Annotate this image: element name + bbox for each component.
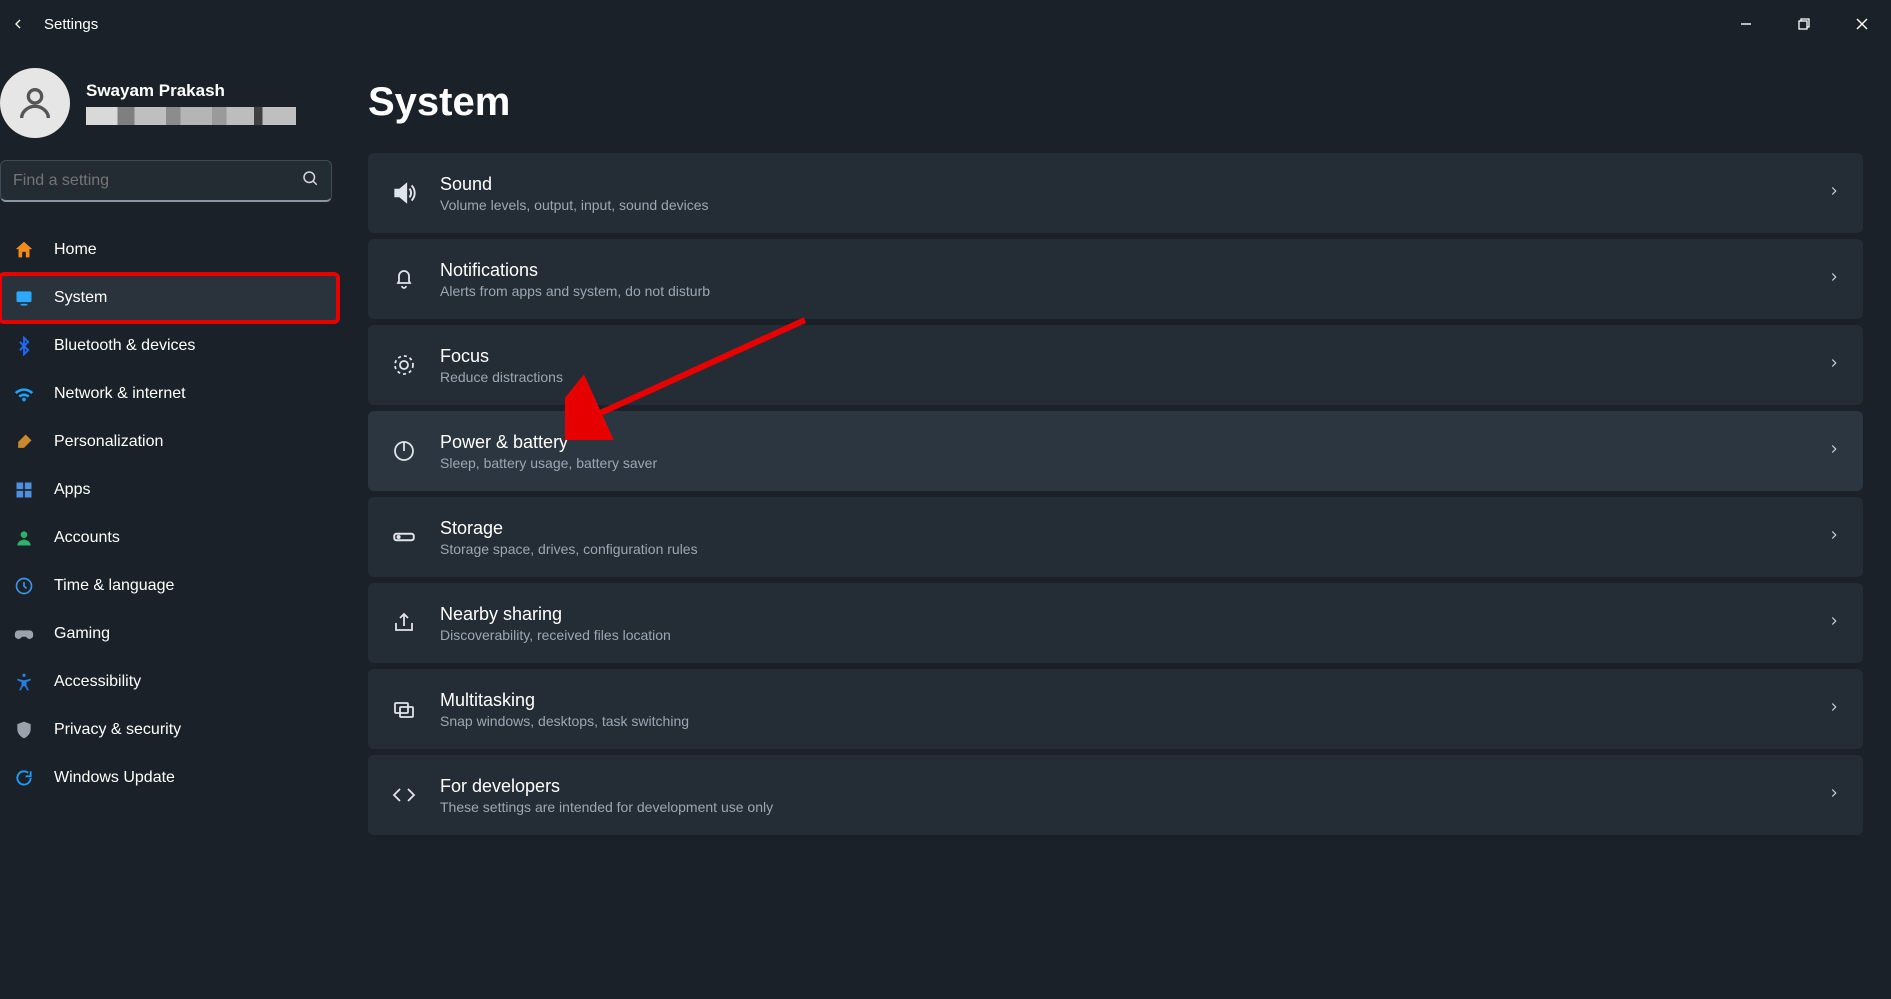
developer-icon bbox=[390, 781, 418, 809]
sidebar-item-label: Home bbox=[54, 241, 97, 259]
sidebar-item-accessibility[interactable]: Accessibility bbox=[0, 658, 338, 706]
main: System Sound Volume levels, output, inpu… bbox=[338, 48, 1891, 999]
sidebar-item-label: Apps bbox=[54, 481, 90, 499]
sidebar-item-label: Accessibility bbox=[54, 673, 141, 691]
sidebar-item-time[interactable]: Time & language bbox=[0, 562, 338, 610]
card-title: For developers bbox=[440, 776, 1805, 797]
card-storage[interactable]: Storage Storage space, drives, configura… bbox=[368, 497, 1863, 577]
wifi-icon bbox=[12, 382, 36, 406]
card-focus[interactable]: Focus Reduce distractions bbox=[368, 325, 1863, 405]
paintbrush-icon bbox=[12, 430, 36, 454]
card-devs[interactable]: For developers These settings are intend… bbox=[368, 755, 1863, 835]
chevron-right-icon bbox=[1827, 528, 1841, 547]
card-sub: These settings are intended for developm… bbox=[440, 799, 1805, 815]
app-title: Settings bbox=[44, 16, 98, 33]
clock-icon bbox=[12, 574, 36, 598]
search-icon bbox=[301, 169, 319, 192]
bell-icon bbox=[390, 265, 418, 293]
sidebar: Swayam Prakash Home bbox=[0, 48, 338, 999]
multitask-icon bbox=[390, 695, 418, 723]
chevron-right-icon bbox=[1827, 442, 1841, 461]
card-title: Storage bbox=[440, 518, 1805, 539]
chevron-right-icon bbox=[1827, 184, 1841, 203]
sidebar-item-home[interactable]: Home bbox=[0, 226, 338, 274]
profile-email-redacted bbox=[86, 107, 296, 125]
card-sub: Volume levels, output, input, sound devi… bbox=[440, 197, 1805, 213]
bluetooth-icon bbox=[12, 334, 36, 358]
sidebar-item-privacy[interactable]: Privacy & security bbox=[0, 706, 338, 754]
card-title: Multitasking bbox=[440, 690, 1805, 711]
chevron-right-icon bbox=[1827, 786, 1841, 805]
chevron-right-icon bbox=[1827, 614, 1841, 633]
card-nearby[interactable]: Nearby sharing Discoverability, received… bbox=[368, 583, 1863, 663]
sidebar-item-label: Network & internet bbox=[54, 385, 186, 403]
search-field[interactable] bbox=[13, 172, 301, 190]
minimize-button[interactable] bbox=[1717, 4, 1775, 44]
card-sub: Discoverability, received files location bbox=[440, 627, 1805, 643]
power-icon bbox=[390, 437, 418, 465]
sidebar-item-apps[interactable]: Apps bbox=[0, 466, 338, 514]
storage-icon bbox=[390, 523, 418, 551]
sidebar-item-label: Time & language bbox=[54, 577, 174, 595]
avatar bbox=[0, 68, 70, 138]
sidebar-item-label: Personalization bbox=[54, 433, 163, 451]
sound-icon bbox=[390, 179, 418, 207]
chevron-right-icon bbox=[1827, 700, 1841, 719]
focus-icon bbox=[390, 351, 418, 379]
profile-name: Swayam Prakash bbox=[86, 81, 296, 101]
apps-icon bbox=[12, 478, 36, 502]
sidebar-item-accounts[interactable]: Accounts bbox=[0, 514, 338, 562]
card-sub: Reduce distractions bbox=[440, 369, 1805, 385]
card-sub: Alerts from apps and system, do not dist… bbox=[440, 283, 1805, 299]
card-multitasking[interactable]: Multitasking Snap windows, desktops, tas… bbox=[368, 669, 1863, 749]
cards-list: Sound Volume levels, output, input, soun… bbox=[368, 153, 1863, 835]
sidebar-item-label: System bbox=[54, 289, 107, 307]
chevron-right-icon bbox=[1827, 270, 1841, 289]
card-title: Nearby sharing bbox=[440, 604, 1805, 625]
card-sub: Sleep, battery usage, battery saver bbox=[440, 455, 1805, 471]
card-sub: Snap windows, desktops, task switching bbox=[440, 713, 1805, 729]
card-title: Notifications bbox=[440, 260, 1805, 281]
sidebar-item-label: Bluetooth & devices bbox=[54, 337, 195, 355]
card-notifications[interactable]: Notifications Alerts from apps and syste… bbox=[368, 239, 1863, 319]
gamepad-icon bbox=[12, 622, 36, 646]
card-title: Sound bbox=[440, 174, 1805, 195]
chevron-right-icon bbox=[1827, 356, 1841, 375]
sidebar-item-winupdate[interactable]: Windows Update bbox=[0, 754, 338, 802]
sidebar-item-gaming[interactable]: Gaming bbox=[0, 610, 338, 658]
shield-icon bbox=[12, 718, 36, 742]
home-icon bbox=[12, 238, 36, 262]
close-button[interactable] bbox=[1833, 4, 1891, 44]
titlebar: Settings bbox=[0, 0, 1891, 48]
card-sub: Storage space, drives, configuration rul… bbox=[440, 541, 1805, 557]
sidebar-item-label: Accounts bbox=[54, 529, 120, 547]
nav: Home System Bluetooth & devices Network … bbox=[0, 220, 338, 802]
back-button[interactable] bbox=[6, 12, 30, 36]
search-input[interactable] bbox=[0, 160, 332, 202]
system-icon bbox=[12, 286, 36, 310]
sidebar-item-label: Privacy & security bbox=[54, 721, 181, 739]
share-icon bbox=[390, 609, 418, 637]
card-power[interactable]: Power & battery Sleep, battery usage, ba… bbox=[368, 411, 1863, 491]
maximize-button[interactable] bbox=[1775, 4, 1833, 44]
sidebar-item-system[interactable]: System bbox=[0, 274, 338, 322]
sidebar-item-bluetooth[interactable]: Bluetooth & devices bbox=[0, 322, 338, 370]
sidebar-item-label: Windows Update bbox=[54, 769, 175, 787]
sidebar-item-label: Gaming bbox=[54, 625, 110, 643]
update-icon bbox=[12, 766, 36, 790]
card-sound[interactable]: Sound Volume levels, output, input, soun… bbox=[368, 153, 1863, 233]
page-title: System bbox=[368, 80, 1863, 125]
card-title: Focus bbox=[440, 346, 1805, 367]
profile[interactable]: Swayam Prakash bbox=[0, 68, 338, 160]
sidebar-item-personalization[interactable]: Personalization bbox=[0, 418, 338, 466]
sidebar-item-network[interactable]: Network & internet bbox=[0, 370, 338, 418]
card-title: Power & battery bbox=[440, 432, 1805, 453]
accessibility-icon bbox=[12, 670, 36, 694]
person-icon bbox=[12, 526, 36, 550]
